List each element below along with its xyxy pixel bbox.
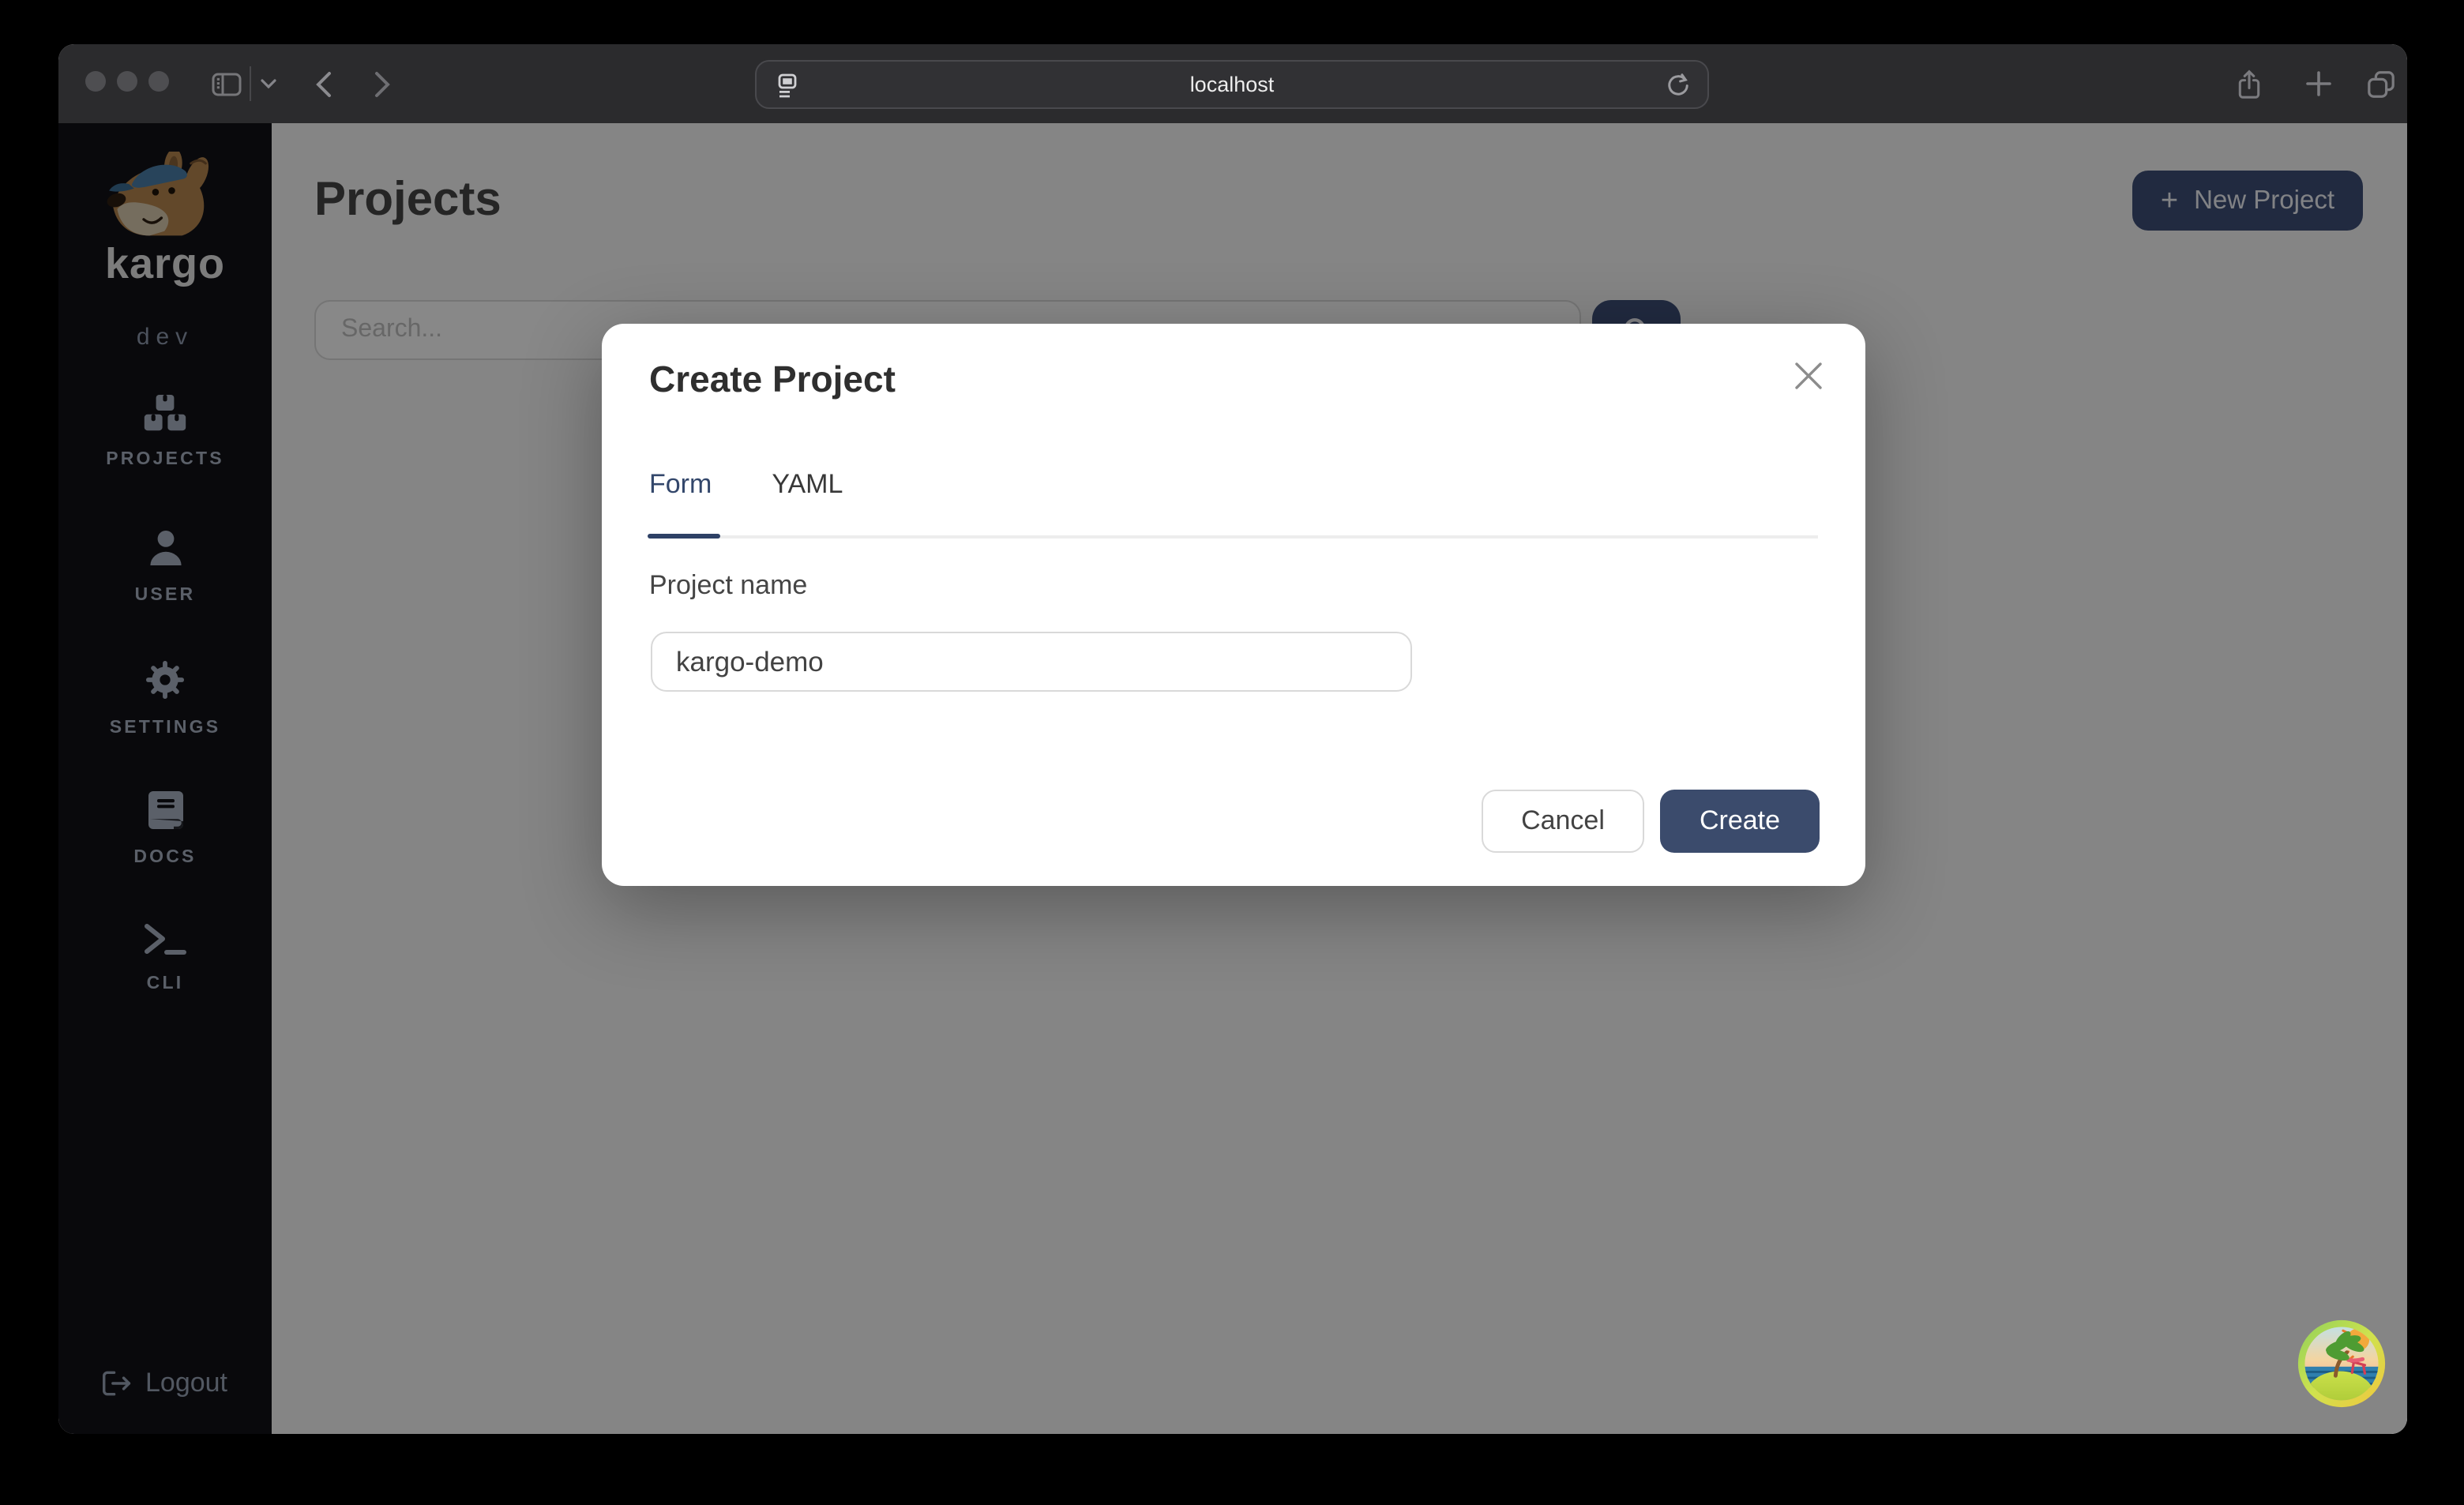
- project-name-label: Project name: [649, 570, 807, 602]
- reload-icon[interactable]: [1666, 72, 1690, 97]
- tab-yaml[interactable]: YAML: [772, 469, 843, 501]
- tab-overview-icon[interactable]: [2364, 44, 2396, 123]
- tab-divider: [649, 535, 1818, 538]
- share-icon[interactable]: [2235, 44, 2263, 123]
- new-tab-icon[interactable]: [2304, 44, 2333, 123]
- active-tab-indicator: [648, 533, 720, 539]
- create-project-modal: Create Project Form YAML Project name Ca…: [602, 324, 1865, 886]
- traffic-minimize-button[interactable]: [117, 71, 137, 92]
- page-settings-icon[interactable]: [777, 72, 798, 97]
- cancel-button[interactable]: Cancel: [1482, 790, 1644, 853]
- tab-form[interactable]: Form: [649, 469, 712, 501]
- browser-titlebar: localhost: [58, 44, 2407, 123]
- create-button[interactable]: Create: [1660, 790, 1820, 853]
- sidebar-toggle-icon[interactable]: [207, 44, 245, 123]
- modal-tabs: Form YAML: [649, 469, 843, 501]
- project-name-input[interactable]: [651, 632, 1412, 692]
- desktop: localhost: [0, 0, 2464, 1505]
- modal-title: Create Project: [649, 358, 896, 401]
- address-bar[interactable]: localhost: [755, 60, 1709, 109]
- page-viewport: kargo dev: [58, 123, 2407, 1434]
- close-icon[interactable]: [1794, 362, 1823, 390]
- traffic-zoom-button[interactable]: [148, 71, 169, 92]
- chevron-down-icon[interactable]: [257, 44, 280, 123]
- url-text: localhost: [798, 73, 1666, 96]
- back-icon[interactable]: [311, 44, 336, 123]
- traffic-close-button[interactable]: [85, 71, 106, 92]
- toolbar-divider: [250, 66, 251, 101]
- browser-window: localhost: [58, 44, 2407, 1434]
- forward-icon[interactable]: [370, 44, 395, 123]
- island-badge[interactable]: [2297, 1319, 2387, 1409]
